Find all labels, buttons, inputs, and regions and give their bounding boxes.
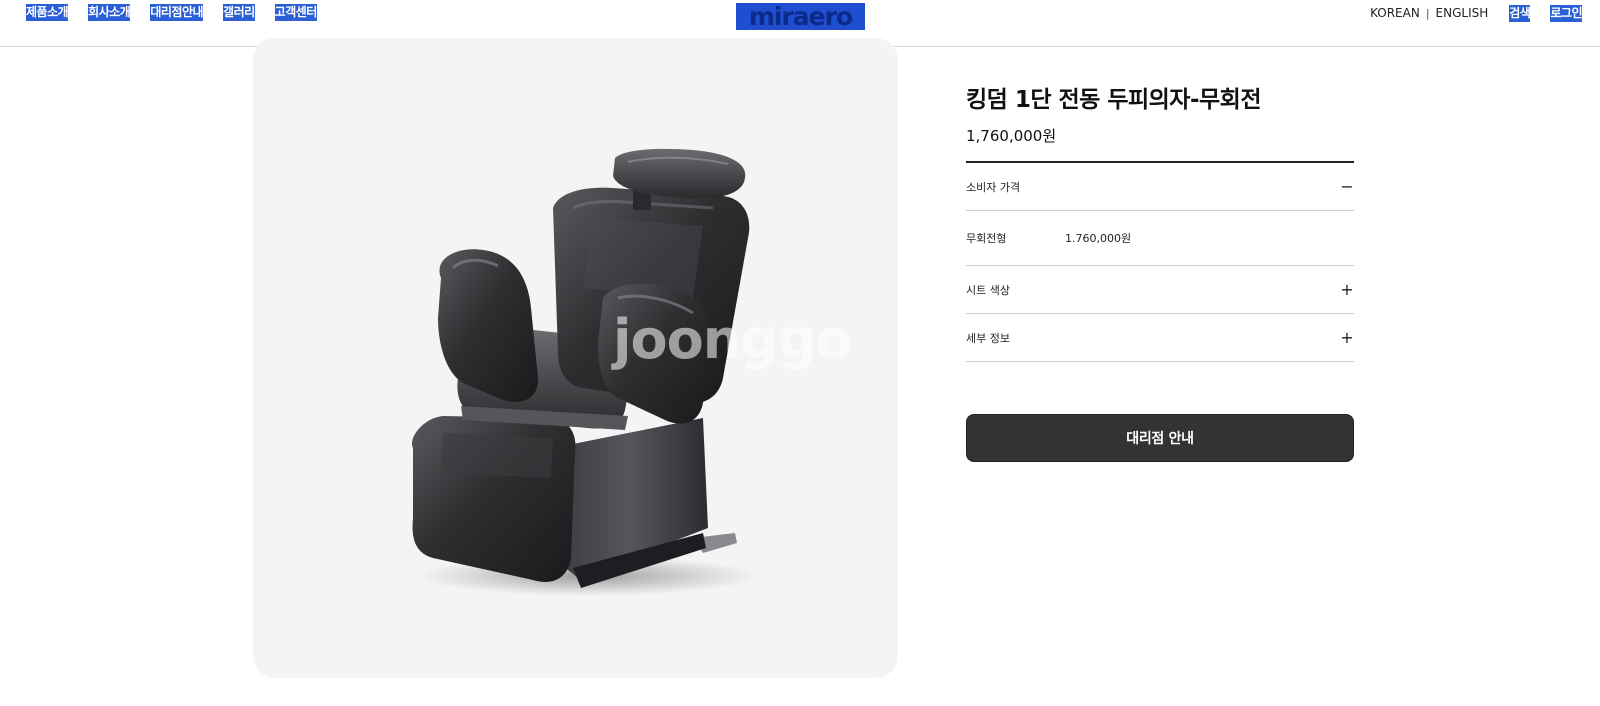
nav-item-products[interactable]: 제품소개 — [26, 4, 69, 21]
utility-nav: KOREAN | ENGLISH 검색 로그인 — [1370, 5, 1582, 22]
option-name: 무회전형 — [966, 232, 1007, 245]
consumer-price-label: 소비자 가격 — [966, 180, 1021, 194]
main-nav: 제품소개 회사소개 대리점안내 갤러리 고객센터 — [26, 4, 317, 21]
nav-item-support[interactable]: 고객센터 — [274, 4, 317, 21]
lang-separator: | — [1425, 7, 1430, 20]
option-row: 무회전형 1.760,000원 — [966, 211, 1354, 266]
detail-info-label: 세부 정보 — [966, 331, 1010, 345]
plus-icon[interactable]: + — [1340, 329, 1354, 346]
nav-item-gallery[interactable]: 갤러리 — [223, 4, 255, 21]
seat-color-label: 시트 색상 — [966, 283, 1010, 297]
accordion-seat-color[interactable]: 시트 색상 + — [966, 266, 1354, 314]
accordion-detail-info[interactable]: 세부 정보 + — [966, 314, 1354, 362]
plus-icon[interactable]: + — [1340, 281, 1354, 298]
login-link[interactable]: 로그인 — [1550, 5, 1582, 22]
nav-item-company[interactable]: 회사소개 — [88, 4, 131, 21]
accordion-consumer-price[interactable]: 소비자 가격 − — [966, 163, 1354, 211]
chair-illustration — [412, 148, 758, 596]
search-link[interactable]: 검색 — [1509, 5, 1531, 22]
site-logo[interactable]: miraero — [736, 3, 865, 30]
product-image: joonggo — [253, 38, 898, 678]
product-title: 킹덤 1단 전동 두피의자-무회전 — [966, 87, 1262, 113]
dealer-info-button-label: 대리점 안내 — [1126, 431, 1194, 447]
logo-text: miraero — [748, 2, 853, 31]
lang-korean-link[interactable]: KOREAN — [1370, 6, 1420, 21]
dealer-info-button[interactable]: 대리점 안내 — [966, 414, 1354, 462]
nav-item-dealers[interactable]: 대리점안내 — [150, 4, 204, 21]
lang-english-link[interactable]: ENGLISH — [1436, 6, 1489, 21]
product-info-panel: 킹덤 1단 전동 두피의자-무회전 1,760,000원 소비자 가격 − 무회… — [966, 84, 1354, 462]
product-price: 1,760,000원 — [966, 127, 1057, 145]
minus-icon[interactable]: − — [1340, 178, 1354, 195]
option-price: 1.760,000원 — [1065, 232, 1132, 245]
